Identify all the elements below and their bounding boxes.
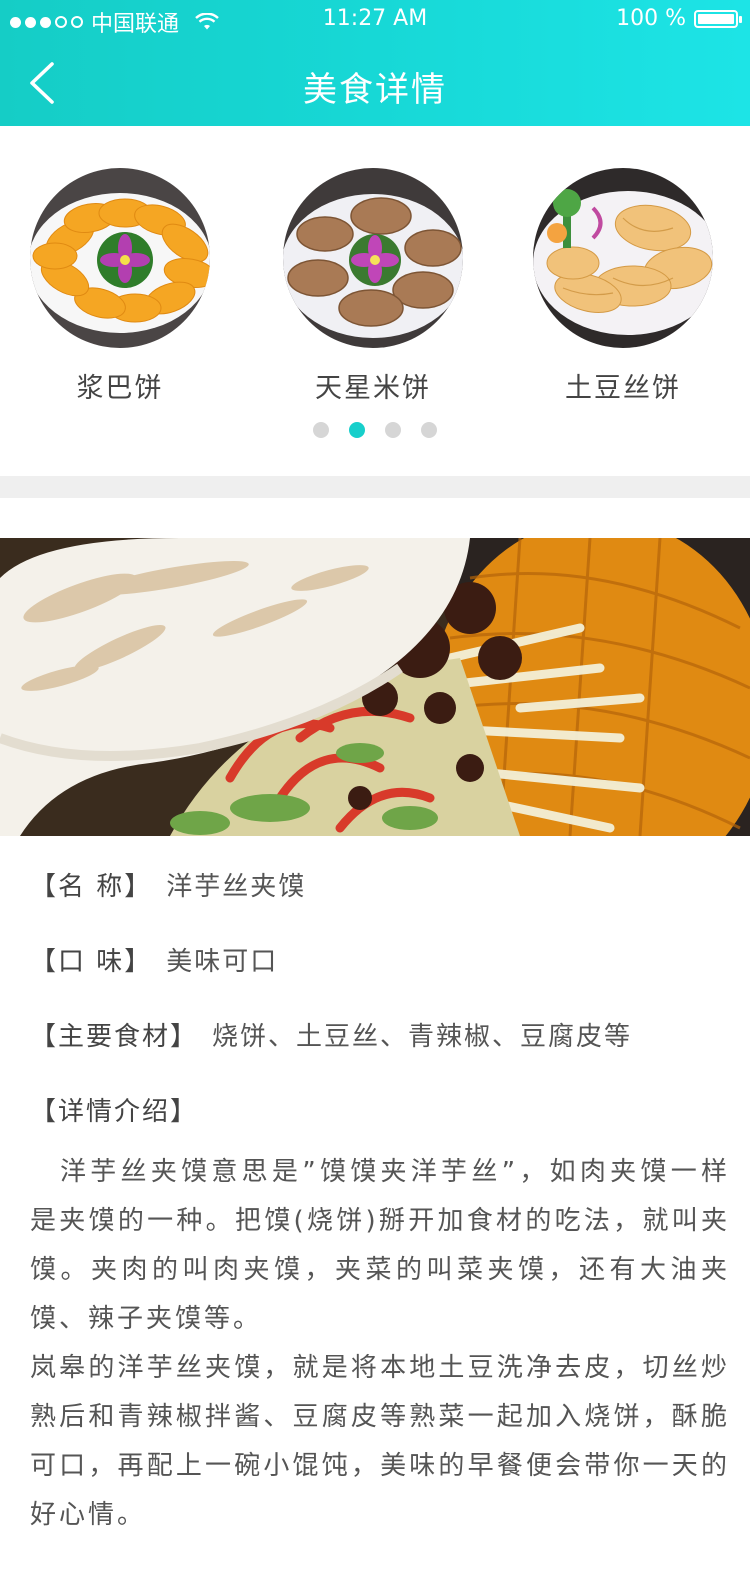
name-value: 洋芋丝夹馍	[166, 872, 307, 902]
carousel-indicators	[0, 422, 750, 438]
status-bar: 中国联通 11:27 AM 100 %	[0, 0, 750, 40]
food-image	[283, 168, 463, 348]
intro-label: 【详情介绍】	[30, 1097, 199, 1127]
section-divider	[0, 476, 750, 498]
food-name: 土豆丝饼	[565, 373, 681, 404]
food-name: 浆巴饼	[76, 373, 164, 404]
detail-row-taste: 【口 味】 美味可口	[30, 941, 730, 978]
food-image	[30, 168, 210, 348]
name-label: 【名 称】	[30, 872, 153, 902]
page-title: 美食详情	[303, 70, 447, 110]
ingredients-label: 【主要食材】	[30, 1022, 199, 1052]
battery-icon	[694, 9, 742, 28]
food-name: 天星米饼	[315, 373, 431, 404]
top-bar: 中国联通 11:27 AM 100 % 美食详情	[0, 0, 750, 126]
carousel-indicator-dot[interactable]	[385, 422, 401, 438]
taste-label: 【口 味】	[30, 947, 153, 977]
carousel-indicator-dot[interactable]	[313, 422, 329, 438]
detail-row-name: 【名 称】 洋芋丝夹馍	[30, 866, 730, 903]
food-carousel[interactable]: 浆巴饼 天星米饼 土豆丝饼	[0, 126, 750, 476]
intro-paragraph: 洋芋丝夹馍意思是”馍馍夹洋芋丝”，如肉夹馍一样是夹馍的一种。把馍(烧饼)掰开加食…	[30, 1157, 730, 1334]
battery-percent: 100 %	[616, 6, 686, 31]
ingredients-value: 烧饼、土豆丝、青辣椒、豆腐皮等	[212, 1022, 633, 1052]
hero-food-image	[0, 538, 750, 836]
detail-row-ingredients: 【主要食材】 烧饼、土豆丝、青辣椒、豆腐皮等	[30, 1016, 730, 1053]
food-image	[533, 168, 713, 348]
nav-bar: 美食详情	[0, 40, 750, 126]
carousel-indicator-dot-active[interactable]	[349, 422, 365, 438]
intro-paragraph: 岚皋的洋芋丝夹馍，就是将本地土豆洗净去皮，切丝炒熟后和青辣椒拌酱、豆腐皮等熟菜一…	[30, 1353, 730, 1530]
carousel-item-jiangba-bing[interactable]: 浆巴饼	[30, 168, 210, 405]
taste-value: 美味可口	[166, 947, 279, 977]
carousel-item-tianxing-mibing[interactable]: 天星米饼	[283, 168, 463, 405]
carousel-item-tudousi-bing[interactable]: 土豆丝饼	[533, 168, 713, 405]
food-details: 【名 称】 洋芋丝夹馍 【口 味】 美味可口 【主要食材】 烧饼、土豆丝、青辣椒、豆腐…	[30, 866, 730, 1540]
carousel-indicator-dot[interactable]	[421, 422, 437, 438]
